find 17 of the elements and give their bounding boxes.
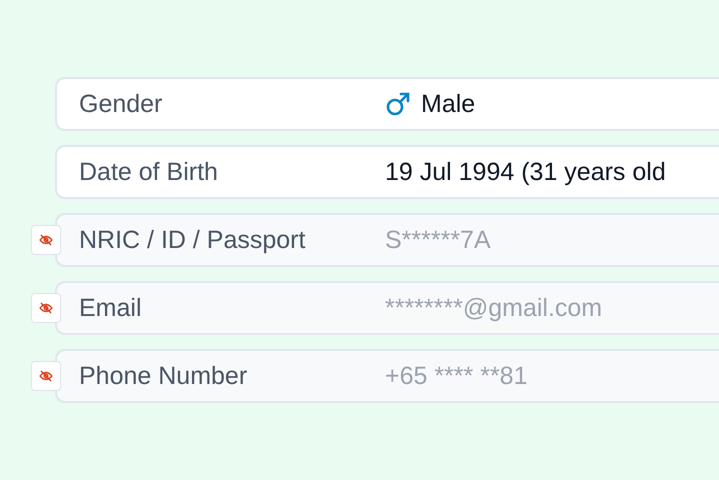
field-label: NRIC / ID / Passport [79, 226, 306, 254]
hidden-eye-button[interactable] [31, 293, 61, 323]
field-label: Gender [79, 90, 164, 118]
field-value: Male [421, 90, 476, 118]
field-label: Date of Birth [79, 158, 219, 186]
field-value: ********@gmail.com [385, 294, 602, 322]
eye-slash-icon [39, 233, 53, 247]
eye-slash-icon [39, 301, 53, 315]
field-value: S******7A [385, 226, 491, 254]
hidden-eye-button[interactable] [31, 225, 61, 255]
eye-slash-icon [39, 369, 53, 383]
field-value: 19 Jul 1994 (31 years old [385, 158, 666, 186]
field-label: Phone Number [79, 362, 248, 390]
field-label: Email [79, 294, 143, 322]
male-symbol-icon [385, 91, 411, 117]
field-value: +65 **** **81 [385, 362, 528, 390]
hidden-eye-button[interactable] [31, 361, 61, 391]
